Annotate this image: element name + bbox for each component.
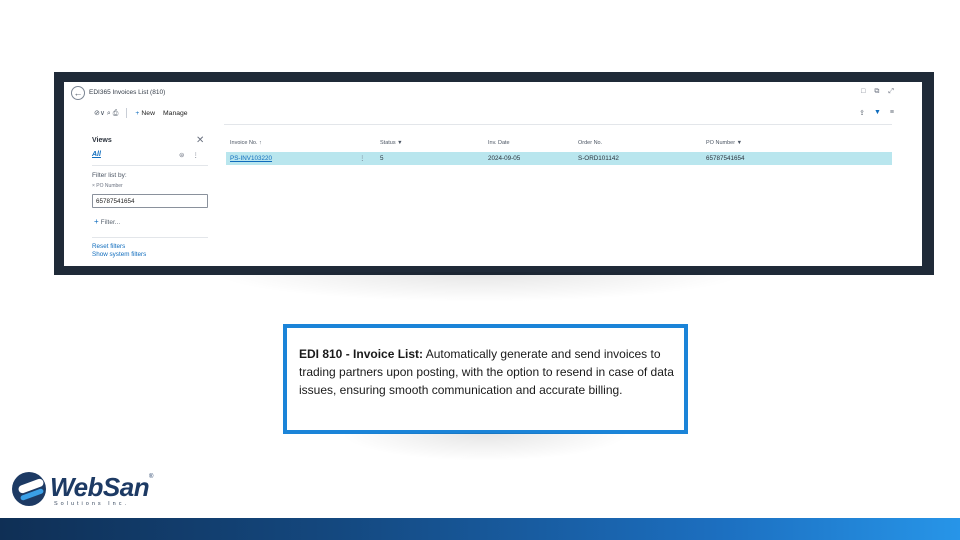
add-filter-label: Filter... <box>100 219 121 226</box>
filter-funnel-icon[interactable]: ▼ <box>874 109 881 117</box>
action-bar-right: ⇪ ▼ ≡ <box>859 109 894 117</box>
websan-logo-mark-icon <box>12 472 46 506</box>
views-heading: Views <box>92 137 112 144</box>
action-bar: ⊘∨ ⌕ ⎙ + New Manage ⇪ ▼ ≡ <box>64 106 922 124</box>
back-arrow-icon[interactable]: ← <box>71 86 85 100</box>
status-cell: 5 <box>380 155 384 162</box>
list-layout-icon[interactable]: ≡ <box>890 109 894 117</box>
feature-callout: EDI 810 - Invoice List: Automatically ge… <box>283 324 688 434</box>
logo-wordmark: WebSan <box>50 472 150 502</box>
table-header: Invoice No. ↑ Status ▼ Inv. Date Order N… <box>226 138 892 152</box>
page-title: EDI365 Invoices List (810) <box>89 89 166 96</box>
invoice-table: Invoice No. ↑ Status ▼ Inv. Date Order N… <box>226 138 892 165</box>
callout-shadow <box>340 433 630 461</box>
websan-logo: WebSan ® Solutions Inc. <box>12 470 172 510</box>
pane-divider <box>92 165 208 166</box>
title-bar: ← EDI365 Invoices List (810) □ ⧉ ⤢ <box>64 82 922 104</box>
toolbar-divider-line <box>224 124 892 125</box>
window-actions: □ ⧉ ⤢ <box>861 88 894 96</box>
view-all-link[interactable]: All <box>92 151 101 158</box>
inv-date-cell: 2024-09-05 <box>488 155 521 162</box>
slide: ← EDI365 Invoices List (810) □ ⧉ ⤢ ⊘∨ ⌕ … <box>0 0 960 540</box>
table-row[interactable]: PS-INV103220 ⋮ 5 2024-09-05 S-ORD101142 … <box>226 152 892 165</box>
bc-app-window: ← EDI365 Invoices List (810) □ ⧉ ⤢ ⊘∨ ⌕ … <box>64 82 922 266</box>
po-number-filter-label[interactable]: × PO Number <box>92 183 123 189</box>
filter-list-by-label: Filter list by: <box>92 172 127 179</box>
po-number-filter-input[interactable] <box>92 194 208 208</box>
open-new-window-icon[interactable]: ⧉ <box>874 88 879 96</box>
callout-text: EDI 810 - Invoice List: Automatically ge… <box>299 345 684 399</box>
close-icon[interactable]: ✕ <box>196 135 204 146</box>
pane-divider <box>92 237 208 238</box>
manage-button[interactable]: Manage <box>163 110 188 117</box>
screenshot-shadow <box>210 272 750 302</box>
toolbar-divider <box>126 108 128 118</box>
new-label: New <box>141 109 155 117</box>
add-filter-button[interactable]: + Filter... <box>94 217 120 226</box>
callout-heading: EDI 810 - Invoice List: <box>299 347 424 361</box>
filter-pane: Views ✕ All ⊜ ⋮ Filter list by: × PO Num… <box>92 135 210 265</box>
logo-subtitle: Solutions Inc. <box>54 501 130 507</box>
plus-icon: + <box>135 109 140 117</box>
action-bar-left: ⊘∨ ⌕ ⎙ + New Manage <box>94 108 188 118</box>
invoice-no-cell[interactable]: PS-INV103220 <box>230 155 272 162</box>
column-header-po-number[interactable]: PO Number ▼ <box>706 140 742 146</box>
column-header-status[interactable]: Status ▼ <box>380 140 403 146</box>
new-button[interactable]: + New <box>135 110 155 117</box>
column-header-invoice-no[interactable]: Invoice No. ↑ <box>230 140 262 146</box>
search-tools-icons[interactable]: ⊘∨ ⌕ ⎙ <box>94 109 118 118</box>
more-options-icon[interactable]: ⋮ <box>192 151 199 159</box>
plus-icon: + <box>94 217 99 226</box>
bookmark-icon[interactable]: □ <box>861 88 865 96</box>
reset-filters-link[interactable]: Reset filters <box>92 243 125 250</box>
po-number-cell: 65787541654 <box>706 155 745 162</box>
registered-mark: ® <box>149 474 154 480</box>
view-actions: ⊜ ⋮ <box>179 151 199 159</box>
expand-icon[interactable]: ⤢ <box>888 88 894 96</box>
save-view-icon[interactable]: ⊜ <box>179 151 184 159</box>
column-header-order-no[interactable]: Order No. <box>578 140 602 146</box>
order-no-cell: S-ORD101142 <box>578 155 619 162</box>
show-system-filters-link[interactable]: Show system filters <box>92 251 146 258</box>
column-header-inv-date[interactable]: Inv. Date <box>488 140 510 146</box>
footer-gradient-bar <box>0 518 960 540</box>
share-icon[interactable]: ⇪ <box>859 109 865 117</box>
row-actions-icon[interactable]: ⋮ <box>359 155 365 162</box>
